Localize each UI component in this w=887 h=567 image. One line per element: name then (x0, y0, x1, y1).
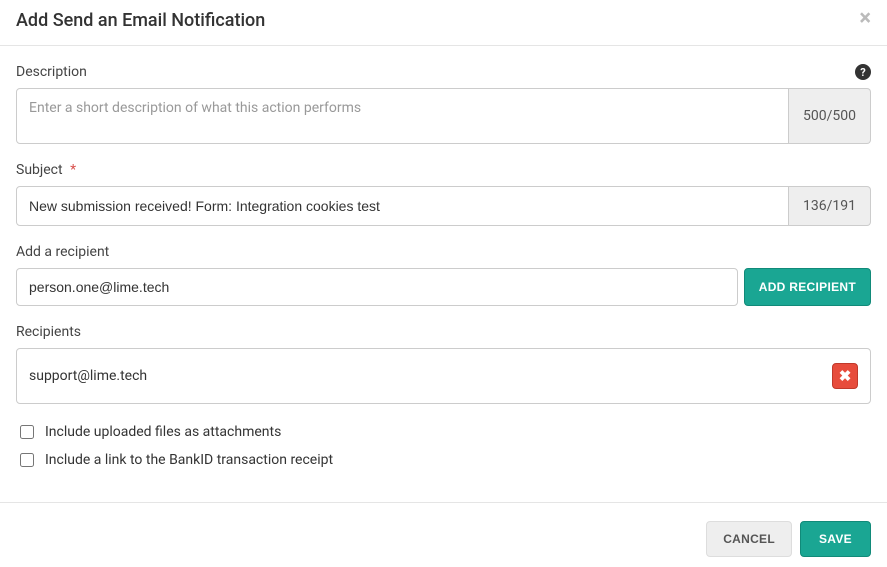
subject-label-text: Subject (16, 162, 63, 178)
subject-label: Subject * (16, 162, 76, 178)
recipients-group: Recipients support@lime.tech ✖ (16, 324, 871, 404)
help-icon[interactable]: ? (855, 64, 871, 80)
subject-group: Subject * 136/191 (16, 162, 871, 226)
description-label-row: Description ? (16, 64, 871, 80)
attachments-checkbox-row: Include uploaded files as attachments (16, 422, 871, 442)
description-label: Description (16, 64, 87, 80)
attachments-checkbox-label[interactable]: Include uploaded files as attachments (45, 424, 281, 440)
bankid-checkbox-label[interactable]: Include a link to the BankID transaction… (45, 452, 333, 468)
add-recipient-input[interactable] (16, 268, 738, 306)
description-counter: 500/500 (789, 88, 871, 144)
recipient-email: support@lime.tech (29, 368, 147, 384)
save-button[interactable]: SAVE (800, 521, 871, 557)
description-input[interactable] (16, 88, 789, 144)
cancel-button[interactable]: CANCEL (706, 521, 792, 557)
svg-text:?: ? (860, 66, 866, 79)
modal-body: Description ? 500/500 Subject * 136/191 … (0, 46, 887, 502)
recipients-label: Recipients (16, 324, 81, 340)
add-recipient-label-row: Add a recipient (16, 244, 871, 260)
subject-label-row: Subject * (16, 162, 871, 178)
subject-input[interactable] (16, 186, 789, 226)
description-group: Description ? 500/500 (16, 64, 871, 144)
modal-footer: CANCEL SAVE (0, 502, 887, 567)
add-recipient-button[interactable]: ADD RECIPIENT (744, 268, 871, 306)
close-icon[interactable]: × (859, 10, 871, 28)
subject-counter: 136/191 (789, 186, 871, 226)
attachments-checkbox[interactable] (20, 425, 34, 439)
add-recipient-group: Add a recipient ADD RECIPIENT (16, 244, 871, 306)
modal-title: Add Send an Email Notification (16, 10, 265, 31)
add-recipient-row: ADD RECIPIENT (16, 268, 871, 306)
add-recipient-label: Add a recipient (16, 244, 109, 260)
description-input-row: 500/500 (16, 88, 871, 144)
bankid-checkbox-row: Include a link to the BankID transaction… (16, 450, 871, 470)
remove-recipient-button[interactable]: ✖ (832, 363, 858, 389)
recipients-label-row: Recipients (16, 324, 871, 340)
bankid-checkbox[interactable] (20, 453, 34, 467)
recipient-row: support@lime.tech ✖ (16, 348, 871, 404)
subject-input-row: 136/191 (16, 186, 871, 226)
modal-header: Add Send an Email Notification × (0, 0, 887, 46)
required-mark: * (70, 162, 76, 178)
